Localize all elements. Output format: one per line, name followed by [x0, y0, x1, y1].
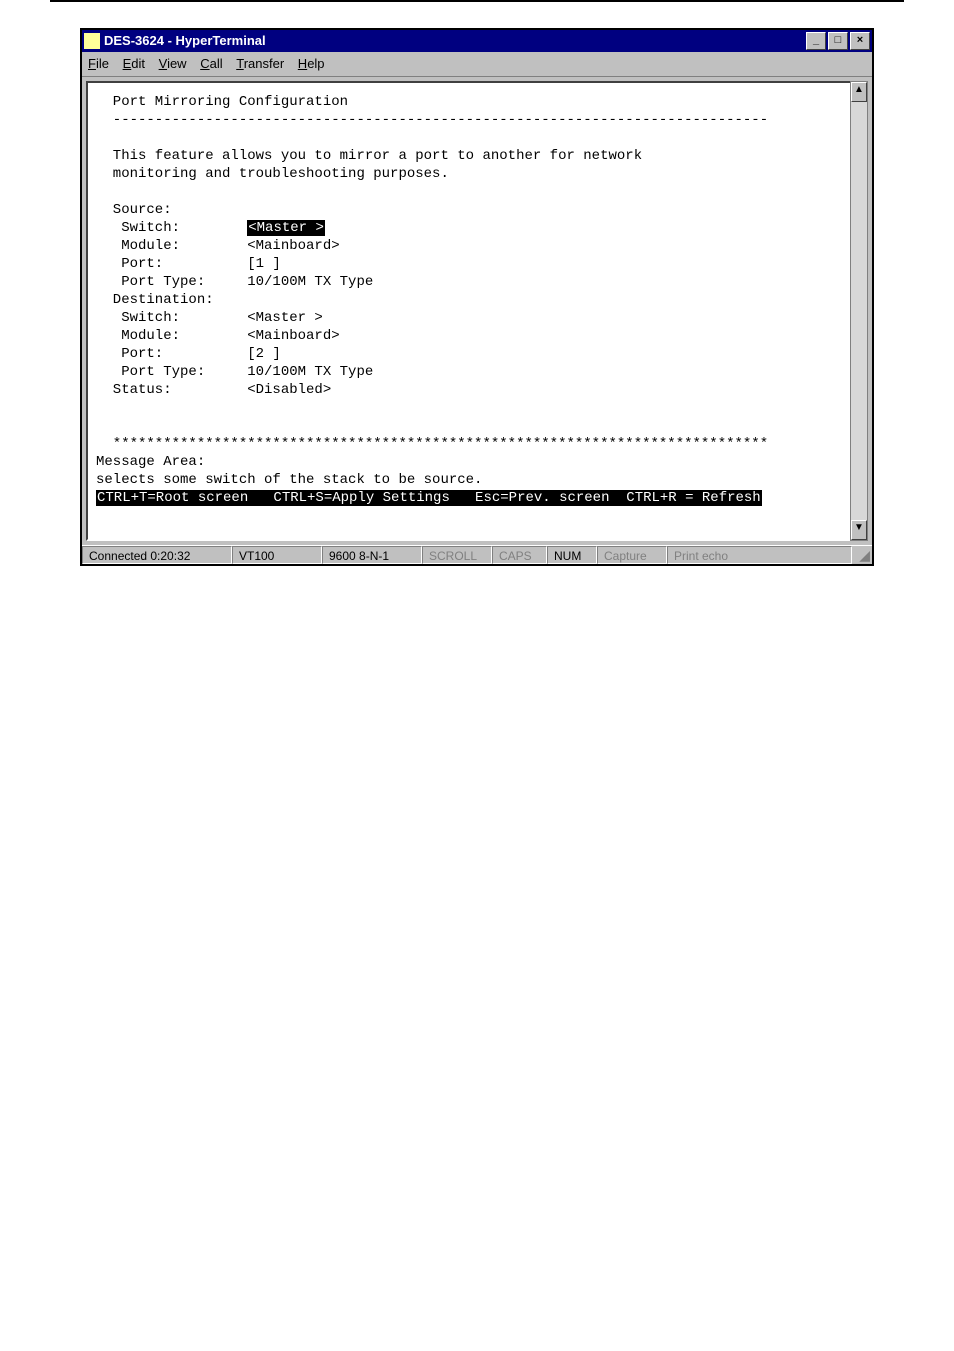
statusbar: Connected 0:20:32 VT100 9600 8-N-1 SCROL…: [82, 545, 872, 564]
menubar: File Edit View Call Transfer Help: [82, 52, 872, 77]
scroll-track[interactable]: [851, 102, 867, 520]
term-src-port-type: Port Type: 10/100M TX Type: [96, 274, 373, 290]
status-num: NUM: [547, 546, 597, 564]
term-stars: ****************************************…: [96, 436, 768, 452]
window-title: DES-3624 - HyperTerminal: [104, 31, 804, 51]
term-source-label: Source:: [96, 202, 172, 218]
term-desc1: This feature allows you to mirror a port…: [96, 148, 642, 164]
status-caps: CAPS: [492, 546, 547, 564]
scroll-down-button[interactable]: ▼: [851, 520, 867, 540]
scroll-up-button[interactable]: ▲: [851, 82, 867, 102]
term-dst-port: Port: [2 ]: [96, 346, 281, 362]
term-dest-label: Destination:: [96, 292, 214, 308]
term-hr: ----------------------------------------…: [96, 112, 768, 128]
status-emulation: VT100: [232, 546, 322, 564]
status-connected: Connected 0:20:32: [82, 546, 232, 564]
term-src-switch-label: Switch:: [96, 220, 247, 236]
maximize-button[interactable]: □: [828, 32, 848, 50]
close-button[interactable]: ×: [850, 32, 870, 50]
minimize-button[interactable]: _: [806, 32, 826, 50]
term-msg-text: selects some switch of the stack to be s…: [96, 472, 482, 488]
menu-call[interactable]: Call: [200, 54, 222, 74]
titlebar[interactable]: DES-3624 - HyperTerminal _ □ ×: [82, 30, 872, 52]
status-settings: 9600 8-N-1: [322, 546, 422, 564]
term-msg-area: Message Area:: [96, 454, 205, 470]
status-scroll: SCROLL: [422, 546, 492, 564]
term-dst-port-type: Port Type: 10/100M TX Type: [96, 364, 373, 380]
status-capture: Capture: [597, 546, 667, 564]
menu-help[interactable]: Help: [298, 54, 325, 74]
menu-edit[interactable]: Edit: [123, 54, 145, 74]
status-print-echo: Print echo: [667, 546, 852, 564]
term-dst-module: Module: <Mainboard>: [96, 328, 340, 344]
term-src-module: Module: <Mainboard>: [96, 238, 340, 254]
menu-file[interactable]: File: [88, 54, 109, 74]
app-icon: [84, 33, 100, 49]
term-desc2: monitoring and troubleshooting purposes.: [96, 166, 449, 182]
terminal-content[interactable]: Port Mirroring Configuration -----------…: [86, 81, 868, 541]
term-title: Port Mirroring Configuration: [96, 94, 348, 110]
term-src-port: Port: [1 ]: [96, 256, 281, 272]
term-dst-switch: Switch: <Master >: [96, 310, 323, 326]
term-status: Status: <Disabled>: [96, 382, 331, 398]
menu-view[interactable]: View: [159, 54, 187, 74]
menu-transfer[interactable]: Transfer: [236, 54, 284, 74]
vertical-scrollbar[interactable]: ▲ ▼: [850, 81, 868, 541]
hyperterminal-window: DES-3624 - HyperTerminal _ □ × File Edit…: [80, 28, 874, 566]
source-switch-field[interactable]: <Master >: [247, 220, 325, 236]
term-footer: CTRL+T=Root screen CTRL+S=Apply Settings…: [96, 490, 762, 506]
resize-grip-icon[interactable]: ◢: [852, 546, 872, 564]
